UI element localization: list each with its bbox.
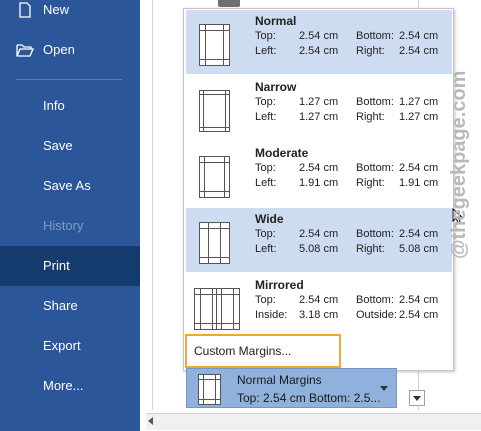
- folder-open-icon: [16, 44, 34, 57]
- label-inside: Inside:: [255, 309, 288, 321]
- value-top: 1.27 cm: [299, 96, 339, 108]
- value-bottom: 2.54 cm: [399, 294, 439, 306]
- backstage-sidebar: New Open Info Save Save As History Print…: [0, 0, 140, 431]
- dropdown-toggle-button[interactable]: [409, 390, 425, 406]
- sidebar-item-more[interactable]: More...: [0, 366, 140, 406]
- sidebar-item-label: Print: [43, 258, 70, 273]
- sidebar-item-label: New: [43, 2, 70, 17]
- option-name: Moderate: [255, 146, 309, 160]
- value-left: 5.08 cm: [299, 243, 339, 255]
- label-bottom: Bottom:: [356, 294, 394, 306]
- sidebar-item-new[interactable]: New: [0, 0, 140, 30]
- page-margin-preview-icon: [199, 222, 230, 264]
- value-top: 2.54 cm: [299, 162, 339, 174]
- sidebar-item-label: History: [43, 218, 84, 233]
- value-right: 1.91 cm: [399, 177, 439, 189]
- sidebar-item-history: History: [0, 206, 140, 246]
- chevron-down-icon: [380, 386, 388, 391]
- sidebar-item-label: More...: [43, 378, 84, 393]
- printer-icon: [218, 0, 240, 7]
- label-outside: Outside:: [356, 309, 397, 321]
- settings-column-border: [152, 0, 153, 410]
- value-bottom: 2.54 cm: [399, 30, 439, 42]
- value-bottom: 2.54 cm: [399, 162, 439, 174]
- label-top: Top:: [255, 96, 276, 108]
- label-top: Top:: [255, 30, 276, 42]
- label-left: Left:: [255, 243, 277, 255]
- value-top: 2.54 cm: [299, 30, 339, 42]
- value-bottom: 2.54 cm: [399, 228, 439, 240]
- margin-option-wide[interactable]: Wide Top: 2.54 cm Bottom: 2.54 cm Left: …: [186, 208, 452, 272]
- label-bottom: Bottom:: [356, 96, 394, 108]
- sidebar-item-label: Save As: [43, 178, 91, 193]
- page-margin-preview-icon: [198, 374, 221, 405]
- sidebar-item-save-as[interactable]: Save As: [0, 166, 140, 206]
- new-document-icon: [19, 2, 31, 18]
- label-left: Left:: [255, 111, 277, 123]
- label-right: Right:: [356, 177, 385, 189]
- value-left: 2.54 cm: [299, 45, 339, 57]
- sidebar-item-label: Share: [43, 298, 78, 313]
- sidebar-item-label: Open: [43, 42, 75, 57]
- watermark-text: @thegeekpage.com: [448, 70, 470, 260]
- custom-margins-button[interactable]: Custom Margins...: [185, 334, 341, 368]
- value-left: 1.91 cm: [299, 177, 339, 189]
- option-name: Narrow: [255, 80, 297, 94]
- page-margin-preview-icon: [194, 288, 240, 330]
- sidebar-item-info[interactable]: Info: [0, 86, 140, 126]
- label-top: Top:: [255, 294, 276, 306]
- label-bottom: Bottom:: [356, 30, 394, 42]
- sidebar-item-open[interactable]: Open: [0, 30, 140, 70]
- value-outside: 2.54 cm: [399, 309, 439, 321]
- sidebar-item-label: Save: [43, 138, 73, 153]
- horizontal-scrollbar[interactable]: [146, 413, 481, 430]
- option-name: Mirrored: [255, 278, 304, 292]
- label-bottom: Bottom:: [356, 162, 394, 174]
- value-left: 1.27 cm: [299, 111, 339, 123]
- margin-option-normal[interactable]: Normal Top: 2.54 cm Bottom: 2.54 cm Left…: [186, 10, 452, 74]
- selector-summary: Top: 2.54 cm Bottom: 2.5...: [237, 391, 381, 405]
- page-margin-preview-icon: [199, 90, 230, 132]
- value-right: 1.27 cm: [399, 111, 439, 123]
- sidebar-item-label: Export: [43, 338, 81, 353]
- margin-option-mirrored[interactable]: Mirrored Top: 2.54 cm Bottom: 2.54 cm In…: [186, 274, 452, 338]
- selector-title: Normal Margins: [237, 373, 322, 387]
- margins-selector[interactable]: Normal Margins Top: 2.54 cm Bottom: 2.5.…: [186, 368, 397, 408]
- sidebar-item-share[interactable]: Share: [0, 286, 140, 326]
- sidebar-item-save[interactable]: Save: [0, 126, 140, 166]
- page-margin-preview-icon: [199, 156, 230, 198]
- sidebar-item-label: Info: [43, 98, 65, 113]
- label-top: Top:: [255, 228, 276, 240]
- value-right: 2.54 cm: [399, 45, 439, 57]
- option-name: Wide: [255, 212, 284, 226]
- label-right: Right:: [356, 111, 385, 123]
- label-right: Right:: [356, 243, 385, 255]
- label-top: Top:: [255, 162, 276, 174]
- label-left: Left:: [255, 177, 277, 189]
- label-right: Right:: [356, 45, 385, 57]
- custom-margins-label: Custom Margins...: [194, 344, 292, 358]
- label-bottom: Bottom:: [356, 228, 394, 240]
- chevron-down-icon: [413, 396, 421, 401]
- sidebar-item-print[interactable]: Print: [0, 246, 140, 286]
- value-inside: 3.18 cm: [299, 309, 339, 321]
- margin-option-moderate[interactable]: Moderate Top: 2.54 cm Bottom: 2.54 cm Le…: [186, 142, 452, 206]
- value-top: 2.54 cm: [299, 228, 339, 240]
- option-name: Normal: [255, 14, 297, 28]
- sidebar-item-export[interactable]: Export: [0, 326, 140, 366]
- value-right: 5.08 cm: [399, 243, 439, 255]
- margin-option-narrow[interactable]: Narrow Top: 1.27 cm Bottom: 1.27 cm Left…: [186, 76, 452, 140]
- value-bottom: 1.27 cm: [399, 96, 439, 108]
- scroll-left-arrow-icon[interactable]: [148, 417, 153, 425]
- value-top: 2.54 cm: [299, 294, 339, 306]
- page-margin-preview-icon: [199, 24, 230, 66]
- sidebar-divider: [16, 79, 122, 80]
- label-left: Left:: [255, 45, 277, 57]
